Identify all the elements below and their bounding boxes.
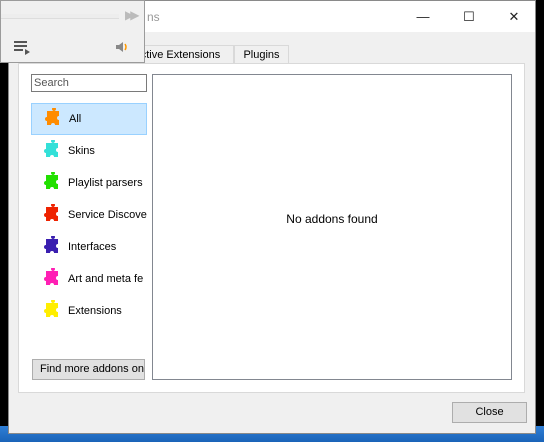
category-item[interactable]: Extensions xyxy=(31,295,147,327)
category-item[interactable]: All xyxy=(31,103,147,135)
playlist-icon[interactable] xyxy=(13,39,31,55)
category-label: Playlist parsers xyxy=(68,177,143,189)
puzzle-piece-icon xyxy=(44,140,59,157)
puzzle-piece-icon xyxy=(44,236,59,253)
search-input[interactable] xyxy=(31,74,147,92)
media-player-overlay: ▶▶ xyxy=(0,0,145,63)
category-item[interactable]: Service Discove xyxy=(31,199,147,231)
category-label: Art and meta fe xyxy=(68,273,144,285)
find-more-addons-button[interactable]: Find more addons onl xyxy=(32,359,145,380)
category-item[interactable]: Playlist parsers xyxy=(31,167,147,199)
category-label: Extensions xyxy=(68,305,122,317)
window-title: ns xyxy=(147,10,160,24)
puzzle-piece-icon xyxy=(45,108,60,125)
category-label: All xyxy=(69,113,82,125)
category-label: Interfaces xyxy=(68,241,117,253)
category-item[interactable]: Skins xyxy=(31,135,147,167)
category-label: Service Discove xyxy=(68,209,147,221)
empty-message: No addons found xyxy=(286,212,378,226)
category-item[interactable]: Interfaces xyxy=(31,231,147,263)
close-button[interactable]: Close xyxy=(452,402,527,423)
tab-plugins[interactable]: Plugins xyxy=(234,45,289,63)
close-window-button[interactable]: ✕ xyxy=(491,1,537,32)
puzzle-piece-icon xyxy=(44,204,59,221)
volume-icon[interactable] xyxy=(115,40,129,54)
minimize-button[interactable]: — xyxy=(400,1,446,32)
puzzle-piece-icon xyxy=(44,172,59,189)
puzzle-piece-icon xyxy=(44,268,59,285)
category-label: Skins xyxy=(68,145,95,157)
seek-bar[interactable] xyxy=(1,14,119,19)
fast-forward-icon[interactable]: ▶▶ xyxy=(125,8,140,22)
maximize-button[interactable]: ☐ xyxy=(446,1,492,32)
addons-manager-dialog: ns — ☐ ✕ ctive Extensions Plugins AllSki… xyxy=(8,0,536,434)
category-item[interactable]: Art and meta fe xyxy=(31,263,147,295)
addons-results-list[interactable]: No addons found xyxy=(152,74,512,380)
category-list: All Skins Playlist parsers Service Discove I… xyxy=(31,103,147,327)
puzzle-piece-icon xyxy=(44,300,59,317)
